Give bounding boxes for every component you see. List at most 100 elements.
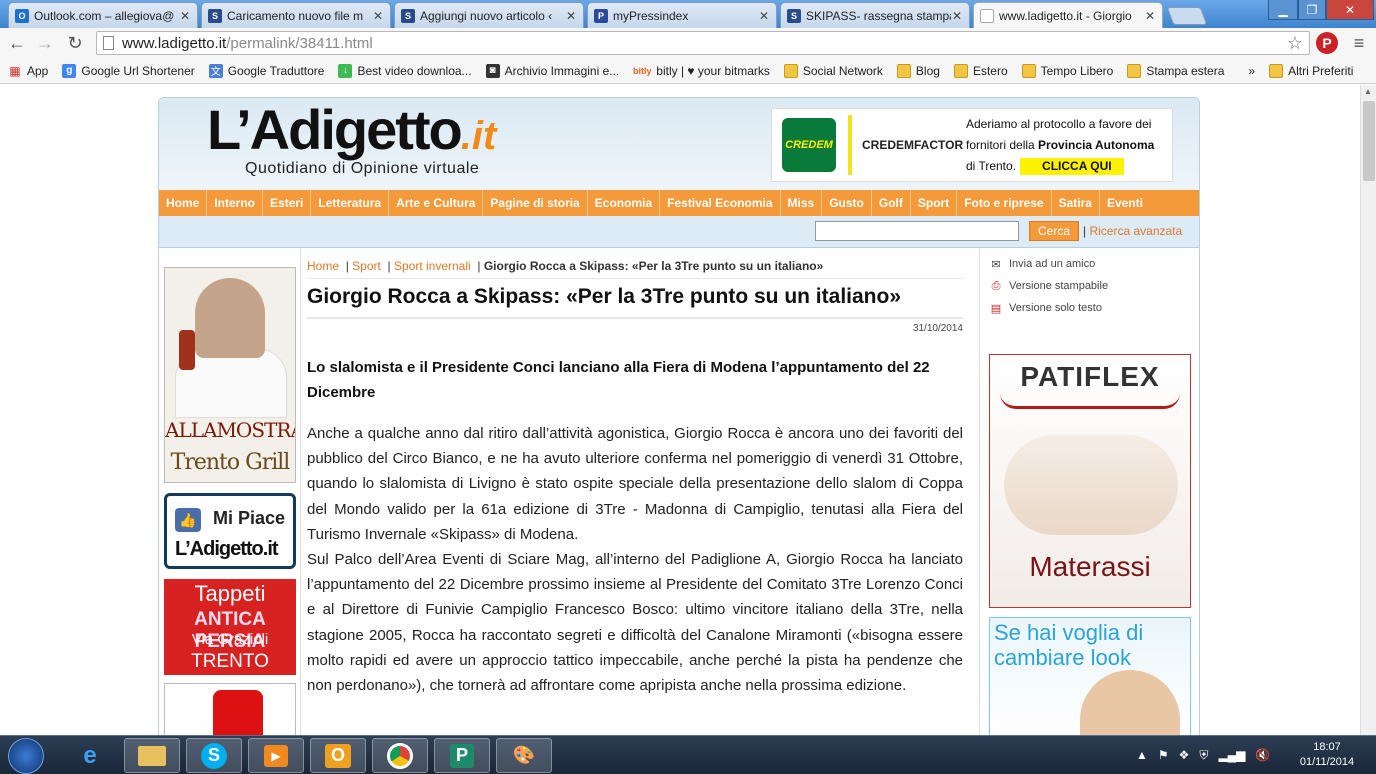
bookmark-tempo-libero[interactable]: Tempo Libero — [1021, 63, 1113, 78]
new-tab-button[interactable] — [1166, 7, 1208, 25]
clicca-qui-button[interactable]: CLICCA QUI — [1020, 157, 1124, 175]
skype-icon[interactable]: S — [186, 738, 242, 773]
menu-item-miss[interactable]: Miss — [781, 190, 823, 216]
explorer-icon[interactable] — [124, 738, 180, 773]
menu-item-home[interactable]: Home — [159, 190, 208, 216]
apps-icon: ▦ — [9, 63, 21, 78]
separator: | — [387, 259, 391, 273]
menu-item-golf[interactable]: Golf — [872, 190, 911, 216]
show-hidden-icons-icon[interactable]: ▲ — [1136, 748, 1148, 762]
ad-photo-shape — [1080, 670, 1180, 735]
menu-item-eventi[interactable]: Eventi — [1100, 190, 1150, 216]
back-arrow-icon[interactable]: ← — [6, 32, 28, 54]
trento-grill-ad[interactable]: ALLAMOSTRA Trento Grill — [164, 267, 296, 483]
maximize-button[interactable]: ❐ — [1298, 0, 1326, 20]
tab-caricamento[interactable]: S Caricamento nuovo file m ✕ — [201, 2, 391, 28]
ad-text: ALLAMOSTRA — [165, 418, 296, 442]
outlook-icon[interactable]: O — [310, 738, 366, 773]
minimize-button[interactable]: ▁ — [1268, 0, 1298, 20]
banner-divider — [848, 115, 852, 175]
bookmark-archivio-immagini[interactable]: ◙ Archivio Immagini e... — [485, 63, 619, 78]
site-logo[interactable]: L’Adigetto.it — [207, 100, 496, 166]
menu-item-pagine-storia[interactable]: Pagine di storia — [483, 190, 588, 216]
article-main: Home | Sport | Sport invernali | Giorgio… — [301, 249, 979, 735]
address-bar[interactable]: www.ladigetto.it/permalink/38411.html ☆ — [96, 31, 1310, 55]
send-to-friend-link[interactable]: ✉ Invia ad un amico — [990, 258, 1095, 271]
tab-ladigetto[interactable]: www.ladigetto.it - Giorgio ✕ — [973, 2, 1163, 29]
cambiare-look-ad[interactable]: Se hai voglia di cambiare look — [989, 617, 1191, 735]
chef-head-shape — [195, 278, 265, 358]
menu-item-economia[interactable]: Economia — [588, 190, 661, 216]
bookmark-best-video[interactable]: ↓ Best video downloa... — [338, 63, 472, 78]
internet-explorer-icon[interactable]: e — [62, 738, 118, 773]
breadcrumb-sport-invernali[interactable]: Sport invernali — [394, 259, 471, 273]
scrollbar-thumb[interactable] — [1363, 101, 1375, 181]
close-icon[interactable]: ✕ — [1144, 9, 1156, 23]
reload-icon[interactable]: ↻ — [64, 32, 86, 54]
bookmarks-overflow-button[interactable]: » — [1248, 64, 1255, 78]
menu-item-arte-cultura[interactable]: Arte e Cultura — [389, 190, 484, 216]
bookmark-google-url-shortener[interactable]: g Google Url Shortener — [62, 63, 195, 78]
bookmark-altri-preferiti[interactable]: Altri Preferiti — [1269, 63, 1353, 78]
close-icon[interactable]: ✕ — [372, 9, 384, 23]
search-input[interactable] — [815, 221, 1019, 241]
skewer-shape — [179, 330, 195, 370]
menu-item-sport[interactable]: Sport — [911, 190, 958, 216]
chrome-icon[interactable] — [372, 738, 428, 773]
menu-item-esteri[interactable]: Esteri — [263, 190, 312, 216]
search-button[interactable]: Cerca — [1029, 221, 1079, 241]
text-only-version-link[interactable]: ▤ Versione solo testo — [990, 302, 1102, 315]
menu-item-interno[interactable]: Interno — [207, 190, 264, 216]
breadcrumb-sport[interactable]: Sport — [352, 259, 381, 273]
star-icon[interactable]: ☆ — [1287, 33, 1303, 54]
tab-mypressindex[interactable]: P myPressindex ✕ — [587, 2, 777, 28]
pinterest-icon[interactable]: P — [1316, 32, 1338, 54]
close-icon[interactable]: ✕ — [565, 9, 577, 23]
menu-icon[interactable]: ≡ — [1348, 32, 1370, 54]
bookmark-bitly[interactable]: bitly bitly | ♥ your bitmarks — [633, 64, 770, 78]
dropbox-icon[interactable]: ❖ — [1179, 748, 1190, 762]
bookmark-app[interactable]: ▦ App — [8, 64, 48, 78]
scroll-up-arrow-icon[interactable]: ▲ — [1364, 87, 1372, 96]
printable-version-link[interactable]: ⎙ Versione stampabile — [990, 280, 1108, 293]
bitly-icon: bitly — [633, 65, 652, 76]
menu-item-letteratura[interactable]: Letteratura — [311, 190, 390, 216]
close-icon[interactable]: ✕ — [758, 9, 770, 23]
credem-banner-ad[interactable]: CREDEM CREDEMFACTOR Aderiamo al protocol… — [771, 108, 1173, 182]
menu-item-festival-economia[interactable]: Festival Economia — [660, 190, 781, 216]
menu-item-satira[interactable]: Satira — [1052, 190, 1100, 216]
publisher-icon[interactable]: P — [434, 738, 490, 773]
tappeti-antica-persia-ad[interactable]: Tappeti ANTICA PERSIA Via Grazioli TRENT… — [164, 579, 296, 675]
menu-item-foto-riprese[interactable]: Foto e riprese — [957, 190, 1052, 216]
flag-icon[interactable]: ⚑ — [1158, 748, 1169, 762]
bookmark-stampa-estera[interactable]: Stampa estera — [1127, 63, 1224, 78]
clock[interactable]: 18:07 01/11/2014 — [1290, 740, 1364, 770]
shield-icon[interactable]: ⛨ — [1199, 748, 1208, 763]
tab-outlook[interactable]: O Outlook.com – allegiova@ ✕ — [8, 2, 198, 28]
start-button[interactable] — [8, 738, 44, 774]
red-logo-ad[interactable] — [164, 683, 296, 735]
bookmark-estero[interactable]: Estero — [953, 63, 1008, 78]
bookmark-google-traduttore[interactable]: 文 Google Traduttore — [208, 63, 324, 78]
breadcrumb-home[interactable]: Home — [307, 259, 339, 273]
advanced-search-link[interactable]: Ricerca avanzata — [1089, 224, 1182, 238]
close-icon[interactable]: ✕ — [951, 9, 963, 23]
bookmark-social-network[interactable]: Social Network — [783, 63, 883, 78]
page-scrollbar[interactable]: ▲ — [1360, 85, 1376, 735]
patiflex-ad[interactable]: PATIFLEX Materassi — [989, 354, 1191, 608]
volume-icon[interactable]: 🔇 — [1255, 748, 1270, 762]
bookmark-label: Social Network — [802, 63, 883, 78]
media-player-icon[interactable]: ▶ — [248, 738, 304, 773]
tab-skipass-rassegna[interactable]: S SKIPASS- rassegna stampa ✕ — [780, 2, 970, 28]
article-title: Giorgio Rocca a Skipass: «Per la 3Tre pu… — [307, 285, 901, 308]
forward-arrow-icon[interactable]: → — [34, 32, 56, 54]
menu-item-gusto[interactable]: Gusto — [822, 190, 872, 216]
ad-text: Materassi — [1029, 551, 1151, 582]
network-icon[interactable]: ▂▄▆ — [1218, 748, 1245, 762]
bookmark-blog[interactable]: Blog — [896, 63, 940, 78]
close-icon[interactable]: ✕ — [179, 9, 191, 23]
window-close-button[interactable]: ✕ — [1326, 0, 1374, 20]
paint-icon[interactable]: 🎨 — [496, 738, 552, 773]
tab-aggiungi-articolo[interactable]: S Aggiungi nuovo articolo ‹ ✕ — [394, 2, 584, 28]
mi-piace-ad[interactable]: 👍 Mi Piace L’Adigetto.it — [164, 493, 296, 569]
